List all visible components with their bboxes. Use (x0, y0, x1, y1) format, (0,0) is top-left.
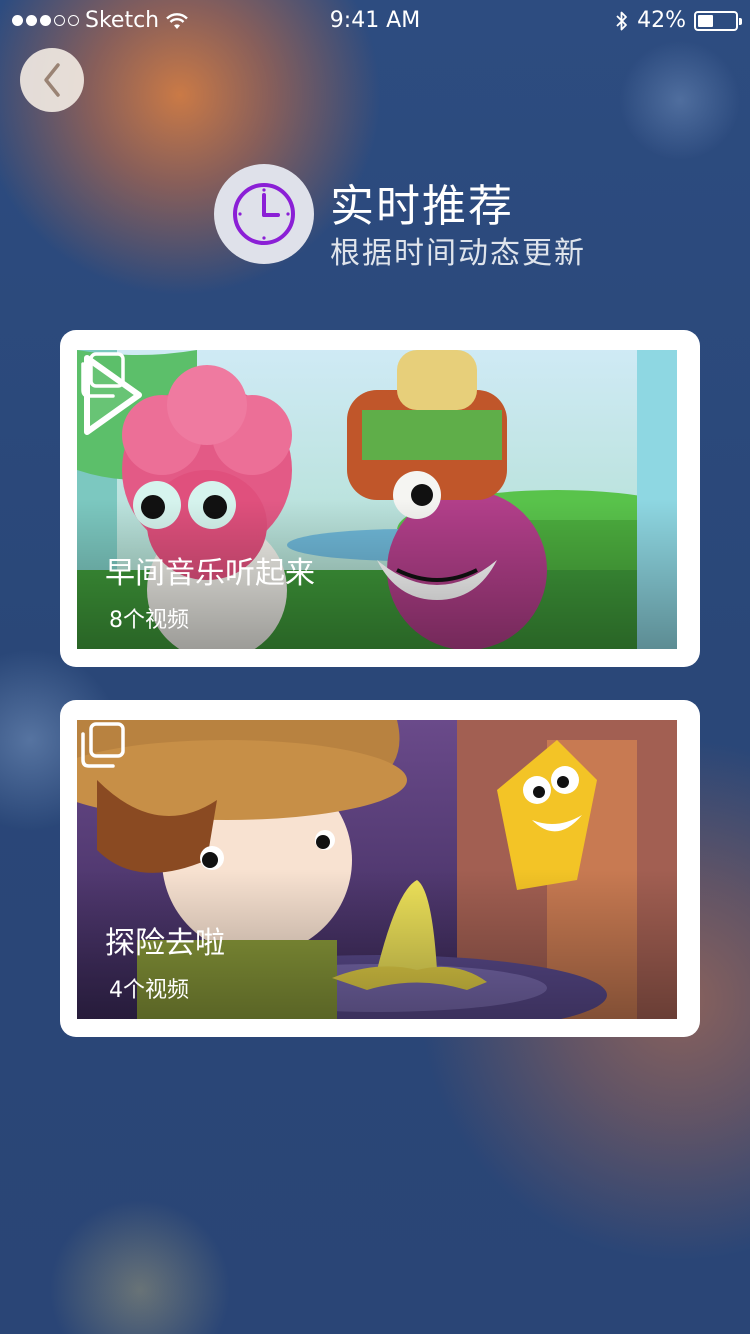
status-bar: Sketch 9:41 AM 42% (0, 0, 750, 40)
playlist-thumbnail[interactable]: 早间音乐听起来 8个视频 (77, 350, 677, 649)
clock-icon (233, 183, 295, 245)
playlist-video-count: 4个视频 (109, 978, 189, 1003)
status-right: 42% (615, 8, 742, 33)
playlist-title: 探险去啦 (105, 926, 225, 961)
back-button[interactable] (20, 48, 84, 112)
playlist-card[interactable]: 早间音乐听起来 8个视频 (60, 330, 700, 667)
collection-icon (81, 352, 125, 398)
playlist-thumbnail[interactable]: 探险去啦 4个视频 (77, 720, 677, 1019)
bluetooth-icon (616, 11, 627, 30)
battery-fill (698, 14, 713, 27)
chevron-left-icon (44, 63, 60, 97)
battery-percent: 42% (637, 8, 686, 33)
playlist-title: 早间音乐听起来 (105, 556, 315, 591)
page-title: 实时推荐 (330, 181, 514, 232)
header-icon-badge (214, 164, 314, 264)
playlist-card[interactable]: 探险去啦 4个视频 (60, 700, 700, 1037)
page-subtitle: 根据时间动态更新 (330, 236, 586, 271)
playlist-video-count: 8个视频 (109, 608, 189, 633)
battery-icon (694, 10, 742, 31)
collection-icon (81, 722, 125, 768)
